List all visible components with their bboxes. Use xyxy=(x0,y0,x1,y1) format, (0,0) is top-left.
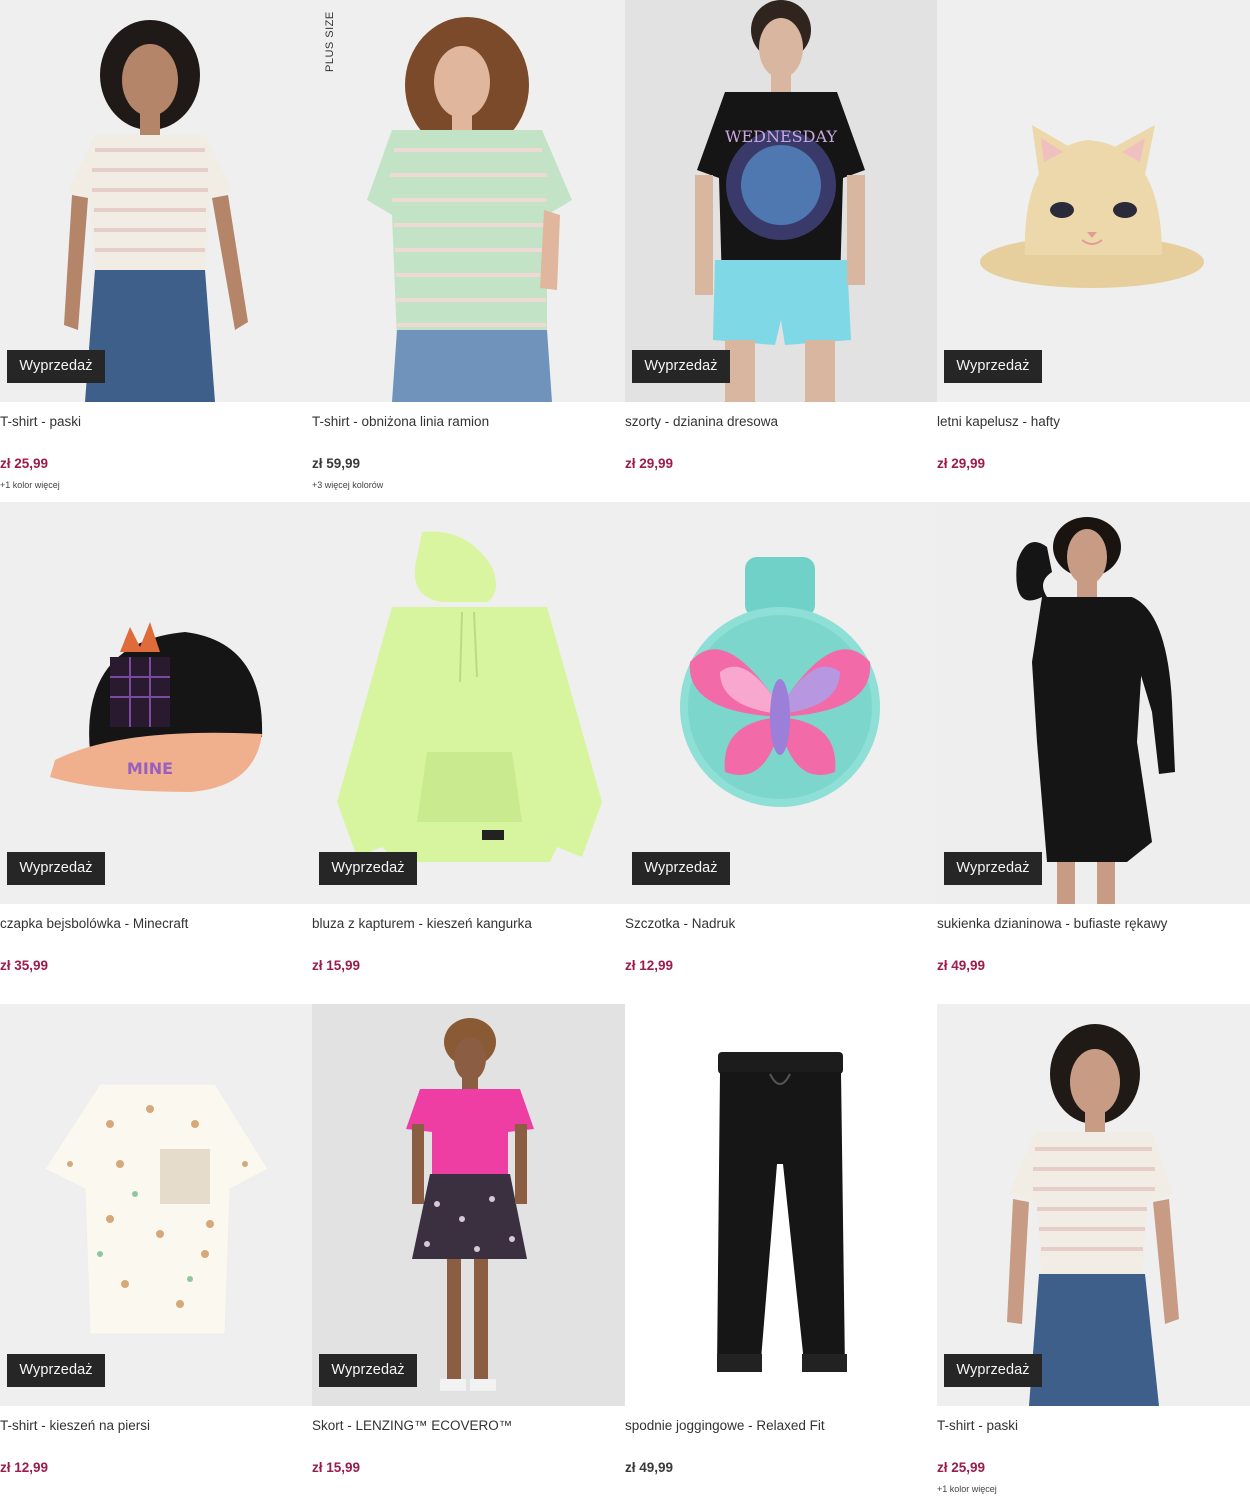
sale-badge: Wyprzedaż xyxy=(944,852,1042,885)
product-price: zł 25,99 xyxy=(937,1460,986,1475)
sale-badge: Wyprzedaż xyxy=(632,350,730,383)
product-price: zł 12,99 xyxy=(625,958,674,973)
product-price: zł 49,99 xyxy=(937,958,986,973)
product-image[interactable]: Wyprzedaż xyxy=(625,502,937,904)
product-card[interactable]: MINE Wyprzedaż czapka bejsbolówka - Mine… xyxy=(0,502,312,1004)
product-image[interactable]: Wyprzedaż xyxy=(312,502,625,904)
woman-wednesday-tshirt-shorts-image: WEDNESDAY xyxy=(695,0,865,402)
product-price: zł 15,99 xyxy=(312,1460,361,1475)
product-image[interactable]: PLUS SIZE xyxy=(312,0,625,402)
woman-pink-top-floral-skort-image xyxy=(406,1018,534,1391)
green-hoodie-image xyxy=(337,531,602,862)
product-name[interactable]: letni kapelusz - hafty xyxy=(937,412,1250,432)
product-price: zł 12,99 xyxy=(0,1460,49,1475)
sale-badge: Wyprzedaż xyxy=(944,350,1042,383)
product-name[interactable]: T-shirt - kieszeń na piersi xyxy=(0,1416,312,1436)
product-card[interactable]: WEDNESDAY Wyprzedaż szorty - dzianina dr… xyxy=(625,0,937,502)
product-price: zł 59,99 xyxy=(312,456,361,471)
product-card[interactable]: PLUS SIZE T-shirt - obniżona linia ramio… xyxy=(312,0,625,502)
product-card[interactable]: Wyprzedaż Szczotka - Nadruk zł 12,99 xyxy=(625,502,937,1004)
product-name[interactable]: sukienka dzianinowa - bufiaste rękawy xyxy=(937,914,1250,934)
product-image[interactable]: Wyprzedaż xyxy=(0,1004,312,1406)
product-name[interactable]: Szczotka - Nadruk xyxy=(625,914,937,934)
product-image[interactable]: MINE Wyprzedaż xyxy=(0,502,312,904)
product-name[interactable]: bluza z kapturem - kieszeń kangurka xyxy=(312,914,625,934)
product-price: zł 15,99 xyxy=(312,958,361,973)
product-price: zł 25,99 xyxy=(0,456,49,471)
product-name[interactable]: T-shirt - obniżona linia ramion xyxy=(312,412,625,432)
product-card[interactable]: Wyprzedaż Skort - LENZING™ ECOVERO™ zł 1… xyxy=(312,1004,625,1506)
product-image[interactable]: Wyprzedaż xyxy=(937,1004,1250,1406)
product-price: zł 29,99 xyxy=(937,456,986,471)
sale-badge: Wyprzedaż xyxy=(7,350,105,383)
product-name[interactable]: Skort - LENZING™ ECOVERO™ xyxy=(312,1416,625,1436)
sale-badge: Wyprzedaż xyxy=(7,1354,105,1387)
product-grid: Wyprzedaż T-shirt - paski zł 25,99 +1 ko… xyxy=(0,0,1250,1506)
product-name[interactable]: spodnie joggingowe - Relaxed Fit xyxy=(625,1416,937,1436)
butterfly-hair-brush-image xyxy=(680,557,880,807)
more-colors[interactable]: +3 więcej kolorów xyxy=(312,480,625,490)
product-image[interactable]: Wyprzedaż xyxy=(0,0,312,402)
product-name[interactable]: T-shirt - paski xyxy=(937,1416,1250,1436)
more-colors[interactable]: +1 kolor więcej xyxy=(937,1484,1250,1494)
svg-text:WEDNESDAY: WEDNESDAY xyxy=(725,127,837,146)
product-price: zł 49,99 xyxy=(625,1460,674,1475)
product-card[interactable]: Wyprzedaż letni kapelusz - hafty zł 29,9… xyxy=(937,0,1250,502)
woman-black-knit-dress-image xyxy=(1016,517,1175,904)
product-name[interactable]: szorty - dzianina dresowa xyxy=(625,412,937,432)
product-price: zł 29,99 xyxy=(625,456,674,471)
sale-badge: Wyprzedaż xyxy=(7,852,105,885)
product-card[interactable]: Wyprzedaż T-shirt - paski zł 25,99 +1 ko… xyxy=(937,1004,1250,1506)
more-colors[interactable]: +1 kolor więcej xyxy=(0,480,312,490)
product-name[interactable]: T-shirt - paski xyxy=(0,412,312,432)
product-card[interactable]: Wyprzedaż bluza z kapturem - kieszeń kan… xyxy=(312,502,625,1004)
sale-badge: Wyprzedaż xyxy=(632,852,730,885)
svg-text:MINE: MINE xyxy=(127,759,173,778)
black-jogging-pants-image xyxy=(717,1052,847,1372)
straw-cat-hat-image xyxy=(980,125,1204,288)
woman-striped-tshirt-jeans-image xyxy=(1007,1024,1179,1406)
sale-badge: Wyprzedaż xyxy=(319,852,417,885)
sale-badge: Wyprzedaż xyxy=(944,1354,1042,1387)
product-card[interactable]: spodnie joggingowe - Relaxed Fit zł 49,9… xyxy=(625,1004,937,1506)
sale-badge: Wyprzedaż xyxy=(319,1354,417,1387)
product-card[interactable]: Wyprzedaż T-shirt - kieszeń na piersi zł… xyxy=(0,1004,312,1506)
minecraft-cap-image: MINE xyxy=(50,622,263,792)
woman-green-striped-tshirt-image xyxy=(367,17,572,402)
product-image[interactable] xyxy=(625,1004,937,1406)
patterned-pocket-tshirt-image xyxy=(44,1083,269,1335)
product-image[interactable]: Wyprzedaż xyxy=(937,0,1250,402)
product-card[interactable]: Wyprzedaż T-shirt - paski zł 25,99 +1 ko… xyxy=(0,0,312,502)
product-name[interactable]: czapka bejsbolówka - Minecraft xyxy=(0,914,312,934)
product-image[interactable]: Wyprzedaż xyxy=(937,502,1250,904)
product-card[interactable]: Wyprzedaż sukienka dzianinowa - bufiaste… xyxy=(937,502,1250,1004)
plus-size-label: PLUS SIZE xyxy=(324,11,336,72)
woman-striped-tshirt-image xyxy=(64,20,248,402)
product-price: zł 35,99 xyxy=(0,958,49,973)
product-image[interactable]: Wyprzedaż xyxy=(312,1004,625,1406)
product-image[interactable]: WEDNESDAY Wyprzedaż xyxy=(625,0,937,402)
